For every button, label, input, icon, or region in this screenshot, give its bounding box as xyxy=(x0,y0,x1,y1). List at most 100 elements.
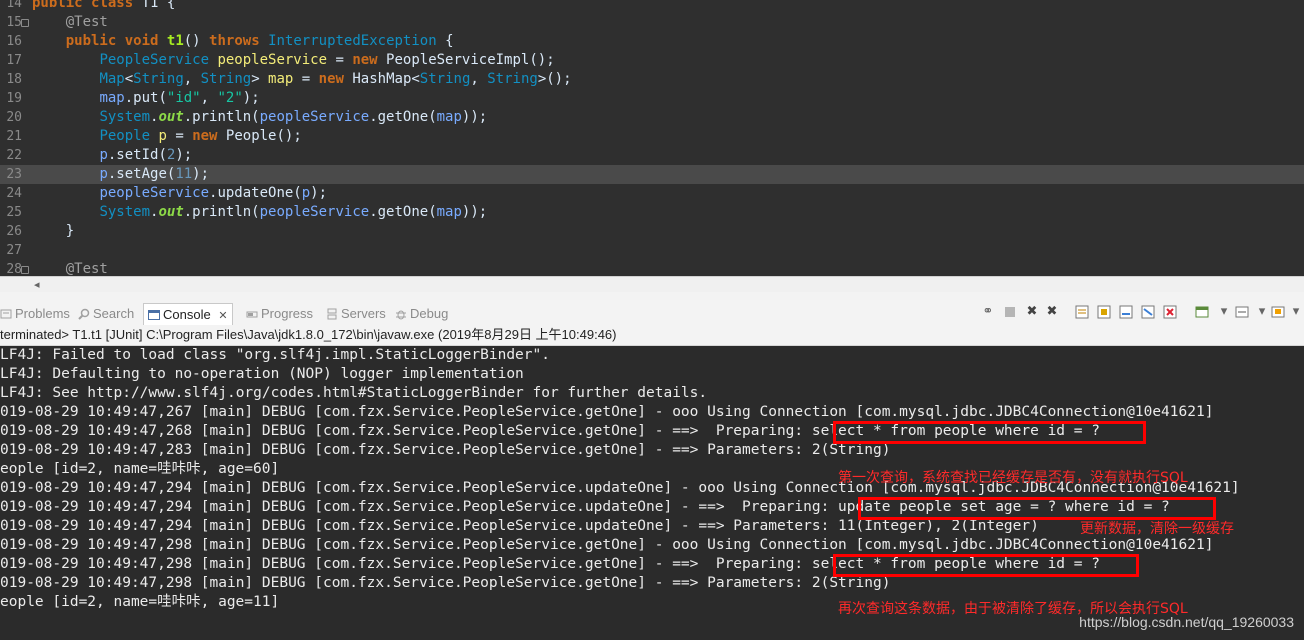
code-text: System.out.println(peopleService.getOne(… xyxy=(32,108,487,127)
remove-all-icon[interactable]: ✖ xyxy=(1044,304,1060,320)
chevron-down-icon[interactable]: ▾ xyxy=(1254,304,1270,320)
console-line: LF4J: Defaulting to no-operation (NOP) l… xyxy=(0,366,524,382)
console-launch-description: terminated> T1.t1 [JUnit] C:\Program Fil… xyxy=(0,325,1304,346)
line-number: 25 xyxy=(6,205,22,220)
code-line[interactable]: 21 People p = new People(); xyxy=(0,127,1304,146)
console-output[interactable]: LF4J: Failed to load class "org.slf4j.im… xyxy=(0,346,1304,640)
code-token: HashMap< xyxy=(343,71,420,87)
stop-icon[interactable] xyxy=(1002,304,1018,320)
code-editor[interactable]: 14 public class T1 {15 @Test 16 public voi… xyxy=(0,0,1304,276)
line-number: 27 xyxy=(6,243,22,258)
line-number: 20 xyxy=(6,110,22,125)
code-text: Map<String, String> map = new HashMap<St… xyxy=(32,70,572,89)
code-token: new xyxy=(318,71,344,87)
code-token: { xyxy=(436,33,454,49)
open-console-icon[interactable] xyxy=(1162,304,1178,320)
remove-launch-icon[interactable]: ✖ xyxy=(1024,304,1040,320)
scroll-lock-icon[interactable] xyxy=(1074,304,1090,320)
code-token: >(); xyxy=(537,71,572,87)
code-token: System xyxy=(99,109,151,125)
code-token: String xyxy=(487,71,538,87)
link-icon[interactable]: ⚭ xyxy=(980,304,996,320)
code-token: throws xyxy=(209,33,260,49)
tab-progress[interactable]: Progress xyxy=(246,305,313,323)
code-text: } xyxy=(32,222,74,241)
code-token: map xyxy=(436,204,462,220)
code-token: out xyxy=(158,204,184,220)
code-token: )); xyxy=(461,109,488,125)
line-number: 28 xyxy=(6,262,22,276)
annotation-update: 更新数据，清除一级缓存 xyxy=(1080,521,1234,537)
code-token: class xyxy=(91,0,134,11)
code-token: People(); xyxy=(217,128,302,144)
code-text: @Test xyxy=(32,13,108,32)
code-line[interactable]: 28 @Test xyxy=(0,260,1304,276)
tab-problems[interactable]: Problems xyxy=(0,305,70,323)
tab-console[interactable]: Console ✕ xyxy=(143,303,233,326)
word-wrap-icon[interactable] xyxy=(1096,304,1112,320)
code-line[interactable]: 17 PeopleService peopleService = new Peo… xyxy=(0,51,1304,70)
search-icon xyxy=(78,307,90,320)
line-number: 14 xyxy=(6,0,22,11)
display-console-icon[interactable] xyxy=(1140,304,1156,320)
fold-toggle-icon[interactable] xyxy=(21,266,29,274)
code-token: "id" xyxy=(166,90,201,106)
code-token: 11 xyxy=(175,166,193,182)
code-token: void xyxy=(124,33,159,49)
tab-search[interactable]: Search xyxy=(78,305,134,323)
code-line[interactable]: 24 peopleService.updateOne(p); xyxy=(0,184,1304,203)
chevron-down-icon[interactable]: ▾ xyxy=(1216,304,1232,320)
code-token: = xyxy=(327,52,353,68)
code-line[interactable]: 20 System.out.println(peopleService.getO… xyxy=(0,108,1304,127)
code-line[interactable]: 26 } xyxy=(0,222,1304,241)
code-line[interactable]: 18 Map<String, String> map = new HashMap… xyxy=(0,70,1304,89)
scroll-left-icon[interactable]: ◂ xyxy=(34,278,40,291)
minimize-icon[interactable] xyxy=(1234,304,1250,320)
tab-label: Progress xyxy=(261,306,314,321)
code-token: .println( xyxy=(183,109,260,125)
code-line[interactable]: 22 p.setId(2); xyxy=(0,146,1304,165)
code-text: peopleService.updateOne(p); xyxy=(32,184,327,203)
view-menu-icon[interactable] xyxy=(1194,304,1210,320)
code-line[interactable]: 15 @Test xyxy=(0,13,1304,32)
maximize-icon[interactable] xyxy=(1270,304,1286,320)
line-number: 16 xyxy=(6,34,22,49)
code-token: .updateOne( xyxy=(209,185,302,201)
debug-icon xyxy=(395,307,407,320)
code-line[interactable]: 16 public void t1() throws InterruptedEx… xyxy=(0,32,1304,51)
code-line[interactable]: 19 map.put("id", "2"); xyxy=(0,89,1304,108)
code-token: T1 { xyxy=(133,0,176,11)
code-line[interactable]: 27 xyxy=(0,241,1304,260)
code-token: System xyxy=(99,204,151,220)
line-number: 15 xyxy=(6,15,22,30)
code-token: map xyxy=(436,109,462,125)
tab-debug[interactable]: Debug xyxy=(395,305,448,323)
annotation-first-query: 第一次查询，系统查找已经缓存是否有，没有就执行SQL xyxy=(838,470,1188,486)
pin-console-icon[interactable] xyxy=(1118,304,1134,320)
code-line[interactable]: 23 p.setAge(11); xyxy=(0,165,1304,184)
tab-label: Problems xyxy=(15,306,70,321)
console-view-tabbar: Problems Search Console ✕ Progress Serve… xyxy=(0,301,1304,326)
code-token: > xyxy=(251,71,269,87)
code-token: .setId( xyxy=(107,147,167,163)
editor-horizontal-scrollbar[interactable]: ◂ xyxy=(0,276,1304,293)
chevron-down-icon[interactable]: ▾ xyxy=(1288,304,1304,320)
code-line[interactable]: 14 public class T1 { xyxy=(0,0,1304,13)
close-icon[interactable]: ✕ xyxy=(218,309,227,322)
tab-servers[interactable]: Servers xyxy=(326,305,386,323)
line-number: 23 xyxy=(6,167,22,182)
code-token: @Test xyxy=(65,261,108,276)
code-text: public void t1() throws InterruptedExcep… xyxy=(32,32,454,51)
fold-toggle-icon[interactable] xyxy=(21,19,29,27)
code-token: "2" xyxy=(217,90,243,106)
code-line[interactable]: 25 System.out.println(peopleService.getO… xyxy=(0,203,1304,222)
